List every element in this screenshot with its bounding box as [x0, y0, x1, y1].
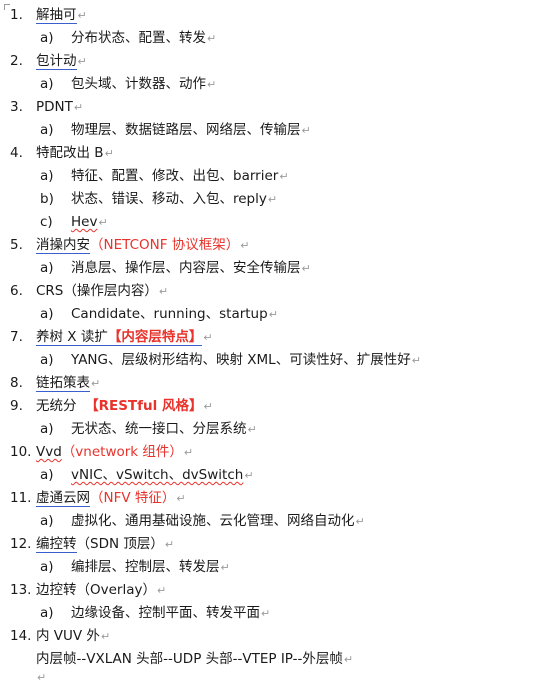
sub-item-text: 无状态、统一接口、分层系统: [71, 421, 247, 437]
item-number: 11.: [10, 490, 32, 506]
paragraph-mark-icon: ↵: [73, 101, 84, 114]
sub-item-letter: b): [40, 191, 54, 207]
sub-item-text: 分布状态、配置、转发: [71, 30, 206, 46]
sub-item-letter: a): [40, 306, 54, 322]
paragraph-mark-icon: ↵: [203, 400, 213, 413]
item-note: 【RESTful 风格】: [85, 398, 203, 414]
item-text: 养树 X 读扩: [36, 329, 108, 346]
item-number: 9.: [10, 398, 23, 414]
paragraph-mark-icon: ↵: [240, 239, 250, 252]
sub-item-text: 虚拟化、通用基础设施、云化管理、网络自动化: [71, 513, 355, 529]
paragraph-mark-icon: ↵: [279, 170, 289, 183]
paragraph-mark-icon: ↵: [411, 354, 421, 367]
item-note: （NFV 特征）: [90, 490, 176, 506]
item-note: （vnetwork 组件）: [61, 444, 183, 460]
item-note: （NETCONF 协议框架）: [90, 237, 240, 253]
item-text: 虚通云网: [36, 490, 90, 507]
item-number: 5.: [10, 237, 23, 253]
sub-item-text: YANG、层级树形结构、映射 XML、可读性好、扩展性好: [71, 352, 411, 368]
item-number: 10.: [10, 444, 32, 460]
sub-item-text: 边缘设备、控制平面、转发平面: [71, 605, 260, 621]
paragraph-mark-icon: ↵: [207, 78, 217, 91]
paragraph-mark-icon: ↵: [77, 55, 87, 68]
paragraph-mark-icon: ↵: [220, 561, 230, 574]
item-text: Vvd: [36, 444, 62, 460]
paragraph-mark-icon: ↵: [91, 377, 101, 390]
sub-item-text: 特征、配置、修改、出包、barrier: [71, 168, 279, 184]
sub-item-letter: a): [40, 168, 54, 184]
paragraph-mark-icon: ↵: [98, 216, 108, 229]
paragraph-mark-icon: ↵: [247, 423, 257, 436]
item-number: 3.: [10, 99, 23, 115]
sub-item-text: 包头域、计数器、动作: [71, 76, 206, 92]
item-text: CRS（操作层内容）: [36, 283, 158, 299]
paragraph-mark-icon: ↵: [261, 607, 271, 620]
paragraph-mark-icon: ↵: [301, 262, 311, 275]
paragraph-mark-icon: ↵: [77, 9, 87, 22]
paragraph-mark-icon: ↵: [158, 285, 169, 298]
paragraph-mark-icon: ↵: [301, 124, 311, 137]
paragraph-mark-icon: ↵: [176, 492, 186, 505]
item-text: 解抽可: [36, 7, 77, 24]
paragraph-mark-icon: ↵: [104, 147, 114, 160]
sub-item-letter: a): [40, 513, 54, 529]
sub-item-text: 状态、错误、移动、入包、reply: [71, 191, 267, 207]
sub-item-letter: a): [40, 30, 54, 46]
sub-item-letter: a): [40, 421, 54, 437]
sub-item-letter: a): [40, 76, 54, 92]
paragraph-mark-icon: ↵: [207, 32, 217, 45]
sub-item-letter: a): [40, 559, 54, 575]
sub-item-text: Hev: [71, 214, 98, 230]
sub-item-letter: a): [40, 122, 54, 138]
sub-item-letter: a): [40, 605, 54, 621]
paragraph-mark-icon: ↵: [268, 308, 278, 321]
sub-item-text: 编排层、控制层、转发层: [71, 559, 220, 575]
item-text: 边控转（Overlay）: [36, 582, 156, 598]
item-number: 6.: [10, 283, 23, 299]
sub-item-text: 消息层、操作层、内容层、安全传输层: [71, 260, 301, 276]
item-note: 【内容层特点】: [107, 329, 203, 346]
paragraph-mark-icon: ↵: [244, 469, 254, 482]
item-note: （SDN 顶层）: [76, 536, 164, 552]
sub-item-letter: a): [40, 352, 54, 368]
sub-item-text: vNIC、vSwitch、dvSwitch: [71, 467, 244, 483]
item-number: 4.: [10, 145, 23, 161]
paragraph-mark-icon: ↵: [37, 671, 47, 684]
item-text: PDNT: [36, 99, 73, 115]
item-number: 13.: [10, 582, 32, 598]
paragraph-mark-icon: ↵: [100, 630, 111, 643]
paragraph-text: 内层帧--VXLAN 头部--UDP 头部--VTEP IP--外层帧: [36, 651, 343, 667]
item-number: 2.: [10, 53, 23, 69]
paragraph-mark-icon: ↵: [355, 515, 365, 528]
sub-item-letter: a): [40, 467, 54, 483]
item-text: 消操内安: [36, 237, 90, 254]
sub-item-letter: a): [40, 260, 54, 276]
sub-item-letter: c): [40, 214, 53, 230]
sub-item-text: Candidate、running、startup: [71, 306, 268, 322]
item-number: 7.: [10, 329, 23, 345]
item-number: 12.: [10, 536, 32, 552]
item-text: 编控转: [36, 536, 77, 553]
item-number: 8.: [10, 375, 23, 391]
paragraph-mark-icon: ↵: [343, 653, 354, 666]
item-text: 无统分: [36, 398, 77, 414]
item-number: 1.: [10, 7, 23, 23]
paragraph-mark-icon: ↵: [203, 331, 213, 344]
item-text: 链拓策表: [36, 375, 90, 392]
paragraph-mark-icon: ↵: [164, 538, 175, 551]
sub-item-text: 物理层、数据链路层、网络层、传输层: [71, 122, 301, 138]
paragraph-mark-icon: ↵: [156, 584, 167, 597]
paragraph-mark-icon: ↵: [183, 446, 194, 459]
item-number: 14.: [10, 628, 32, 644]
item-text: 内 VUV 外: [36, 628, 100, 644]
paragraph-mark-icon: ↵: [267, 193, 278, 206]
item-text: 包计动: [36, 53, 77, 70]
item-text: 特配改出 B: [36, 145, 104, 161]
